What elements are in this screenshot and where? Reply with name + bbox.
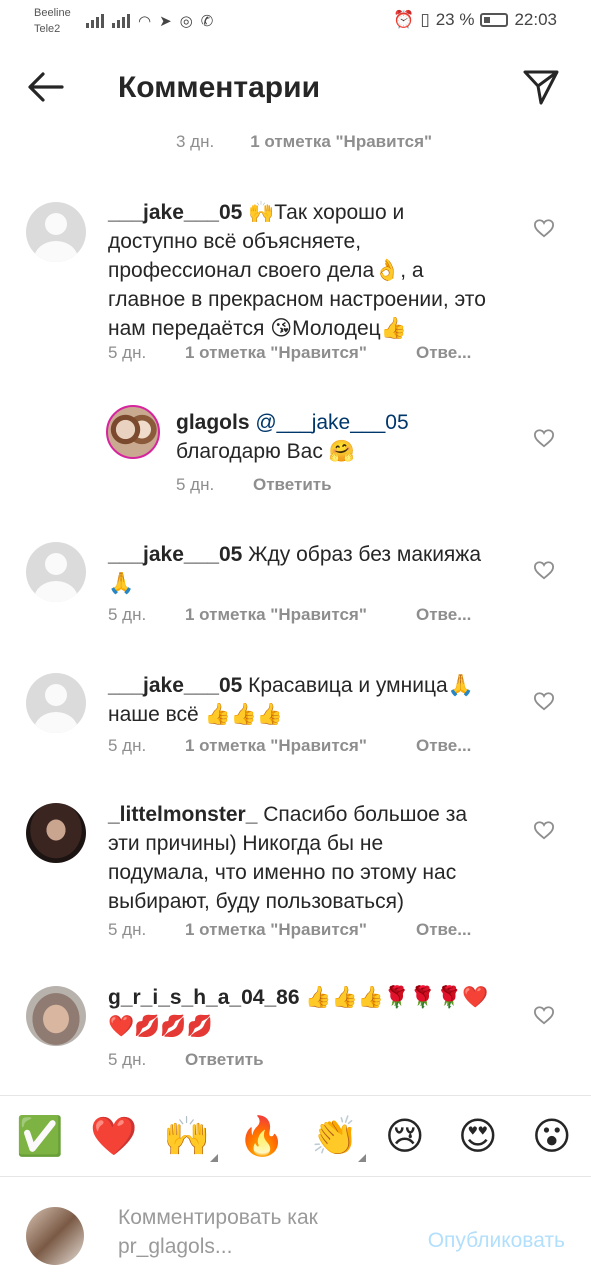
comment-time: 5 дн.	[176, 475, 215, 494]
heart-icon[interactable]	[533, 560, 555, 580]
emoji-crying[interactable]: 😢	[385, 1114, 425, 1158]
avatar[interactable]	[26, 202, 86, 262]
avatar[interactable]	[26, 542, 86, 602]
comment-meta: 5 дн. Ответить	[108, 1050, 264, 1070]
comment-username[interactable]: g_r_i_s_h_a_04_86	[108, 986, 300, 1009]
caption-time: 3 дн.	[176, 132, 215, 151]
whatsapp-icon: ✆	[200, 13, 214, 30]
avatar[interactable]	[106, 405, 160, 459]
comment-text: g_r_i_s_h_a_04_86 👍👍👍🌹🌹🌹❤️❤️💋💋💋	[108, 983, 508, 1041]
comment-text: glagols @___jake___05 благодарю Вас 🤗	[176, 408, 496, 466]
emoji-surprised[interactable]: 😮	[532, 1114, 572, 1158]
comment-text: _littelmonster_ Спасибо большое за эти п…	[108, 800, 478, 916]
emoji-quick-bar: ✅ ❤️ 🙌 🔥 👏 😢 😍 😮	[0, 1095, 591, 1177]
carrier-2: Tele2	[34, 23, 61, 35]
heart-icon[interactable]	[533, 218, 555, 238]
battery-icon	[480, 13, 509, 27]
vibrate-icon: ▯	[420, 10, 430, 29]
reply-button[interactable]: Ответить	[185, 1050, 264, 1070]
emoji-heart-eyes[interactable]: 😍	[458, 1114, 498, 1158]
page-title: Комментарии	[118, 71, 321, 104]
battery-percent: 23 %	[435, 10, 475, 29]
status-bar: Beeline Tele2 ◠ ➤ ◎ ✆ ⏰ ▯ 23 % 22:03	[0, 0, 591, 40]
comment-time: 5 дн.	[108, 920, 147, 939]
variant-indicator-icon	[358, 1154, 367, 1162]
avatar[interactable]	[26, 803, 86, 863]
comment-username[interactable]: ___jake___05	[108, 543, 242, 566]
signal-icon-2	[112, 14, 130, 28]
comment-time: 5 дн.	[108, 736, 147, 755]
comment-username[interactable]: _littelmonster_	[108, 803, 257, 826]
header: Комментарии	[0, 55, 591, 119]
emoji-fire[interactable]: 🔥	[238, 1114, 285, 1158]
own-avatar	[26, 1207, 84, 1265]
emoji-clap-glyph: 👏	[311, 1114, 359, 1158]
comment-input[interactable]: Комментировать как pr_glagols...	[118, 1203, 398, 1261]
comment-likes[interactable]: 1 отметка "Нравится"	[185, 920, 416, 940]
comment-time: 5 дн.	[108, 343, 147, 362]
carrier-1: Beeline	[34, 7, 71, 19]
instagram-icon: ◎	[179, 13, 193, 30]
reply-button[interactable]: Отве...	[416, 605, 471, 625]
comment-meta: 5 дн. 1 отметка "Нравится" Отве...	[108, 920, 471, 940]
emoji-clap[interactable]: 👏	[311, 1114, 367, 1162]
comment-meta: 5 дн. 1 отметка "Нравится" Отве...	[108, 736, 471, 756]
emoji-raised-hands-glyph: 🙌	[163, 1114, 211, 1158]
emoji-raised-hands[interactable]: 🙌	[163, 1114, 219, 1162]
reply-button[interactable]: Ответить	[253, 475, 332, 495]
carrier-names: Beeline Tele2	[34, 5, 71, 37]
variant-indicator-icon	[210, 1154, 219, 1162]
reply-button[interactable]: Отве...	[416, 920, 471, 940]
telegram-icon: ➤	[159, 13, 172, 30]
comment-likes[interactable]: 1 отметка "Нравится"	[185, 605, 416, 625]
comment-username[interactable]: glagols	[176, 411, 250, 434]
caption-likes[interactable]: 1 отметка "Нравится"	[250, 132, 432, 152]
signal-icon	[86, 14, 104, 28]
emoji-check[interactable]: ✅	[16, 1114, 63, 1158]
comment-time: 5 дн.	[108, 605, 147, 624]
emoji-heart[interactable]: ❤️	[90, 1114, 137, 1158]
back-arrow-icon[interactable]	[26, 69, 66, 105]
comment-likes[interactable]: 1 отметка "Нравится"	[185, 736, 416, 756]
heart-icon[interactable]	[533, 691, 555, 711]
comment-meta: 5 дн. 1 отметка "Нравится" Отве...	[108, 605, 471, 625]
comment-text: ___jake___05 Красавица и умница🙏 наше вс…	[108, 671, 508, 729]
comment-meta: 5 дн. 1 отметка "Нравится" Отве...	[108, 343, 471, 363]
clock: 22:03	[514, 10, 557, 29]
comment-text: ___jake___05 Жду образ без макияжа 🙏	[108, 540, 508, 598]
status-icons-left: ◠ ➤ ◎ ✆	[86, 12, 213, 30]
wifi-icon: ◠	[138, 13, 152, 30]
publish-button[interactable]: Опубликовать	[428, 1229, 565, 1253]
heart-icon[interactable]	[533, 820, 555, 840]
comment-meta: 5 дн. Ответить	[176, 475, 332, 495]
avatar[interactable]	[26, 673, 86, 733]
reply-button[interactable]: Отве...	[416, 343, 471, 363]
comment-composer: Комментировать как pr_glagols... Опублик…	[0, 1177, 591, 1280]
comment-text: ___jake___05 🙌Так хорошо и доступно всё …	[108, 198, 498, 343]
caption-meta: 3 дн. 1 отметка "Нравится"	[176, 132, 432, 152]
comment-likes[interactable]: 1 отметка "Нравится"	[185, 343, 416, 363]
comment-body: благодарю Вас 🤗	[176, 440, 355, 463]
heart-icon[interactable]	[533, 1005, 555, 1025]
alarm-icon: ⏰	[393, 10, 415, 29]
comment-username[interactable]: ___jake___05	[108, 674, 242, 697]
heart-icon[interactable]	[533, 428, 555, 448]
comment-username[interactable]: ___jake___05	[108, 201, 242, 224]
status-icons-right: ⏰ ▯ 23 % 22:03	[393, 10, 557, 30]
reply-button[interactable]: Отве...	[416, 736, 471, 756]
mention-link[interactable]: @___jake___05	[255, 411, 408, 434]
comment-time: 5 дн.	[108, 1050, 147, 1069]
avatar[interactable]	[26, 986, 86, 1046]
direct-send-icon[interactable]	[521, 67, 561, 107]
